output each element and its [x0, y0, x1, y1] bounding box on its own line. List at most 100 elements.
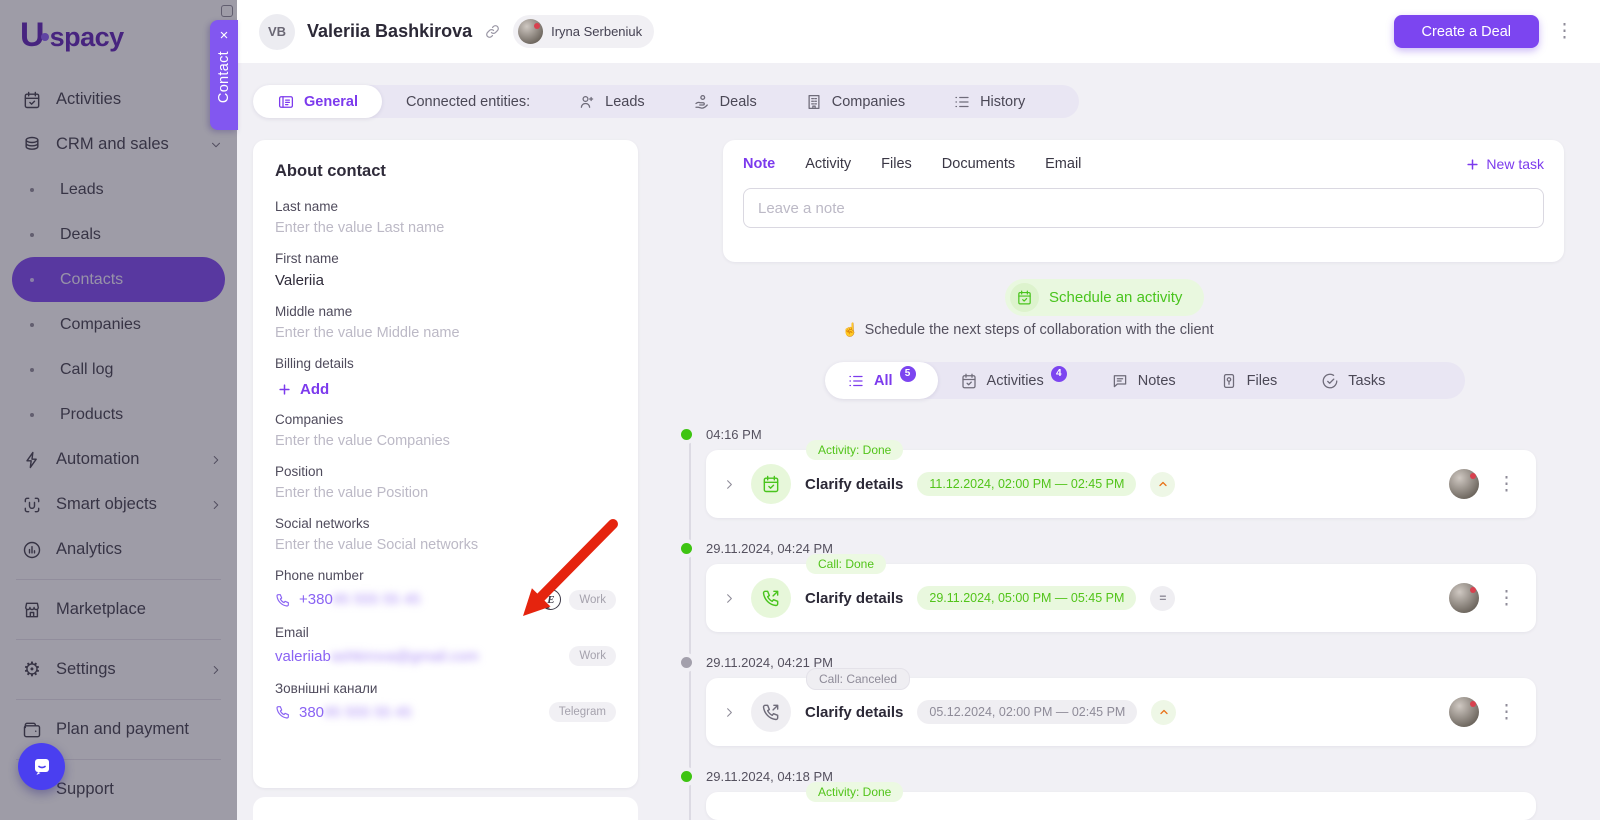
- filter-all[interactable]: All 5: [825, 362, 938, 399]
- plus-icon: [277, 382, 292, 397]
- field-social-networks[interactable]: Social networks Enter the value Social n…: [275, 516, 616, 553]
- tab-activity[interactable]: Activity: [805, 156, 851, 172]
- tab-label: History: [980, 94, 1025, 110]
- field-billing-details: Billing details Add: [275, 356, 616, 408]
- expand-chevron-icon[interactable]: [722, 477, 737, 492]
- tab-label: Companies: [832, 94, 905, 110]
- responsible-user-chip[interactable]: Iryna Serbeniuk: [513, 15, 654, 48]
- timeline-dot: [681, 429, 692, 440]
- note-input[interactable]: [743, 188, 1544, 228]
- responsible-user-name: Iryna Serbeniuk: [551, 24, 642, 39]
- field-placeholder[interactable]: Enter the value Companies: [275, 433, 616, 449]
- contact-detail-panel: VB Valeriia Bashkirova Iryna Serbeniuk C…: [237, 0, 1600, 820]
- section-title: About contact: [275, 162, 616, 181]
- timeline-connector: [689, 440, 691, 820]
- tab-history[interactable]: History: [929, 85, 1049, 118]
- field-last-name[interactable]: Last name Enter the value Last name: [275, 199, 616, 236]
- card-menu-icon[interactable]: ⋮: [1493, 587, 1520, 610]
- check-circle-icon: [1321, 372, 1339, 390]
- close-icon[interactable]: ×: [220, 28, 229, 43]
- field-value[interactable]: Valeriia: [275, 272, 616, 289]
- link-icon[interactable]: [484, 23, 501, 40]
- tab-label: General: [304, 94, 358, 110]
- field-placeholder[interactable]: Enter the value Middle name: [275, 325, 616, 341]
- modal-dim-overlay: [0, 0, 237, 820]
- new-task-label: New task: [1486, 156, 1544, 172]
- status-tag: Call: Done: [806, 554, 886, 574]
- timeline-dot: [681, 771, 692, 782]
- chat-bubble-icon: [30, 755, 54, 779]
- more-menu-icon[interactable]: ⋮: [1551, 20, 1578, 43]
- card-menu-icon[interactable]: ⋮: [1493, 701, 1520, 724]
- schedule-hint: ☝Schedule the next steps of collaboratio…: [723, 322, 1333, 338]
- create-deal-button[interactable]: Create a Deal: [1394, 15, 1539, 48]
- phone-type-chip: Work: [569, 590, 616, 610]
- contact-avatar: VB: [259, 14, 295, 50]
- pointing-hand-icon: ☝: [842, 322, 858, 337]
- email-value[interactable]: valeriiabashkirova@gmail.com: [275, 648, 479, 665]
- field-position[interactable]: Position Enter the value Position: [275, 464, 616, 501]
- activity-title: Clarify details: [805, 704, 903, 721]
- priority-normal-icon[interactable]: =: [1150, 586, 1175, 611]
- new-task-button[interactable]: New task: [1465, 156, 1544, 172]
- tab-label: Leads: [605, 94, 645, 110]
- contact-slideover-tab[interactable]: × Contact: [210, 20, 238, 130]
- field-placeholder[interactable]: Enter the value Social networks: [275, 537, 616, 553]
- activity-title: Clarify details: [805, 476, 903, 493]
- support-chat-button[interactable]: [18, 743, 65, 790]
- activity-period-badge: 29.11.2024, 05:00 PM — 05:45 PM: [917, 586, 1136, 610]
- handshake-icon: [693, 93, 711, 111]
- timeline-dot: [681, 657, 692, 668]
- count-badge: 4: [1051, 366, 1067, 382]
- tab-leads[interactable]: Leads: [554, 85, 669, 118]
- expand-chevron-icon[interactable]: [722, 591, 737, 606]
- list-icon: [847, 372, 865, 390]
- tab-general[interactable]: General: [253, 85, 382, 118]
- page-title: Valeriia Bashkirova: [307, 21, 472, 42]
- priority-up-icon[interactable]: [1150, 472, 1175, 497]
- schedule-activity-button[interactable]: Schedule an activity: [1005, 279, 1204, 316]
- filter-files[interactable]: Files: [1198, 362, 1300, 399]
- tab-note[interactable]: Note: [743, 156, 775, 172]
- tab-files[interactable]: Files: [881, 156, 912, 172]
- outgoing-call-icon: [751, 692, 791, 732]
- timeline-card-activity[interactable]: Activity: Done Clarify details 11.12.202…: [706, 450, 1536, 518]
- tab-companies[interactable]: Companies: [781, 85, 929, 118]
- field-first-name[interactable]: First name Valeriia: [275, 251, 616, 289]
- tab-connected-entities[interactable]: Connected entities:: [382, 85, 554, 118]
- field-placeholder[interactable]: Enter the value Last name: [275, 220, 616, 236]
- about-contact-card: About contact Last name Enter the value …: [253, 140, 638, 788]
- add-billing-button[interactable]: Add: [277, 381, 329, 398]
- field-companies[interactable]: Companies Enter the value Companies: [275, 412, 616, 449]
- tab-label: Connected entities:: [406, 94, 530, 110]
- next-card-partial: [253, 797, 638, 820]
- timeline-card-call-canceled[interactable]: Call: Canceled Clarify details 05.12.202…: [706, 678, 1536, 746]
- filter-tasks[interactable]: Tasks: [1299, 362, 1407, 399]
- field-placeholder[interactable]: Enter the value Position: [275, 485, 616, 501]
- field-label: Last name: [275, 199, 616, 214]
- expand-chevron-icon[interactable]: [722, 705, 737, 720]
- tab-label: Deals: [720, 94, 757, 110]
- external-channel-value[interactable]: 38095 555 55 45: [299, 704, 412, 721]
- filter-notes[interactable]: Notes: [1089, 362, 1198, 399]
- tab-documents[interactable]: Documents: [942, 156, 1015, 172]
- card-menu-icon[interactable]: ⋮: [1493, 473, 1520, 496]
- channel-type-chip: Telegram: [549, 702, 616, 722]
- field-middle-name[interactable]: Middle name Enter the value Middle name: [275, 304, 616, 341]
- timeline-timestamp: 04:16 PM: [706, 427, 762, 442]
- filter-label: Files: [1247, 373, 1278, 389]
- echat-channel-icon[interactable]: E: [540, 589, 561, 610]
- timeline-card-call-done[interactable]: Call: Done Clarify details 29.11.2024, 0…: [706, 564, 1536, 632]
- filter-activities[interactable]: Activities 4: [938, 362, 1089, 399]
- chevron-down-icon[interactable]: [1449, 373, 1465, 388]
- list-icon: [953, 93, 971, 111]
- assignee-avatar: [1449, 583, 1479, 613]
- tab-email[interactable]: Email: [1045, 156, 1081, 172]
- timeline-card-partial[interactable]: Activity: Done: [706, 792, 1536, 820]
- tab-deals[interactable]: Deals: [669, 85, 781, 118]
- priority-up-icon[interactable]: [1151, 700, 1176, 725]
- plus-icon: [1465, 157, 1480, 172]
- id-card-icon: [277, 93, 295, 111]
- field-label: First name: [275, 251, 616, 266]
- phone-value[interactable]: +38095 555 55 45: [299, 591, 420, 608]
